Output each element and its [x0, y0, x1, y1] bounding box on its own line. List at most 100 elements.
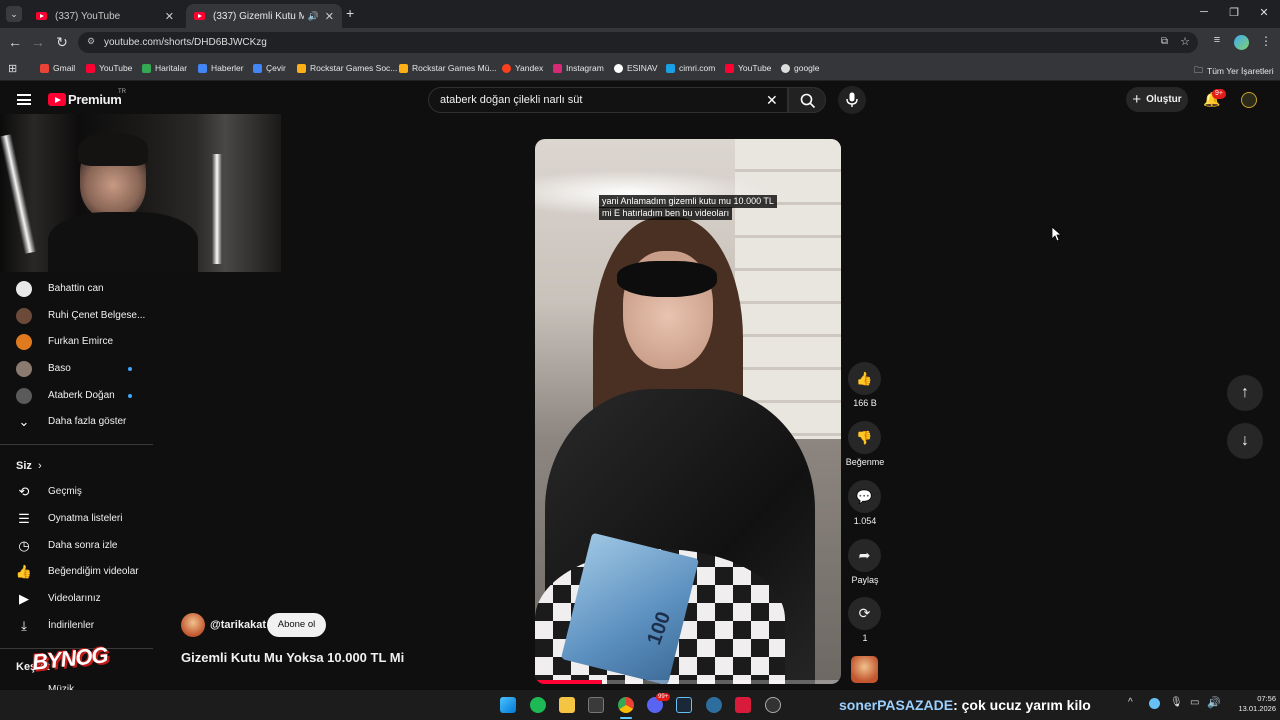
subscription-item[interactable]: Bahattin can: [0, 275, 150, 302]
url-text: youtube.com/shorts/DHD6BJWCKzg: [104, 37, 267, 48]
tray-network-icon[interactable]: ▭: [1190, 697, 1199, 708]
minimize-icon[interactable]: ─: [1194, 6, 1214, 18]
restore-icon[interactable]: ❐: [1224, 6, 1244, 19]
reload-icon[interactable]: ↻: [53, 34, 71, 51]
subscription-item[interactable]: Ataberk Doğan: [0, 382, 150, 409]
subscribe-button[interactable]: Abone ol: [267, 613, 326, 637]
media-app-icon[interactable]: [735, 697, 751, 713]
account-avatar[interactable]: [1241, 92, 1257, 108]
notification-badge: 9+: [1212, 89, 1226, 99]
bookmark-rockstar-social[interactable]: Rockstar Games Soc...: [297, 63, 397, 73]
tab-close-icon[interactable]: ✕: [325, 10, 334, 23]
search-icon: [800, 93, 816, 109]
video-progress-fill: [535, 680, 603, 684]
steam-icon[interactable]: [676, 697, 692, 713]
apps-grid-icon[interactable]: ⊞: [8, 62, 17, 75]
chat-username: sonerPASAZADE: [839, 697, 954, 713]
site-info-icon[interactable]: ⚙: [87, 36, 95, 47]
youtube-premium-logo-text[interactable]: Premium: [68, 92, 122, 107]
share-button[interactable]: ➦: [848, 539, 881, 572]
sidebar-item-liked-videos[interactable]: 👍 Beğendiğim videolar: [0, 558, 150, 585]
webcam-light-left: [0, 134, 37, 254]
clock-app-icon[interactable]: [765, 697, 781, 713]
speaker-icon[interactable]: 🔊: [308, 11, 319, 22]
bookmark-youtube-2[interactable]: YouTube: [725, 63, 771, 73]
bookmark-google[interactable]: google: [781, 63, 820, 73]
clear-search-icon[interactable]: ✕: [766, 92, 778, 109]
tab-search-button[interactable]: ⌄: [6, 6, 22, 22]
bookmark-youtube[interactable]: YouTube: [86, 63, 132, 73]
address-bar[interactable]: ⚙ youtube.com/shorts/DHD6BJWCKzg ⧉ ☆: [78, 32, 1198, 53]
channel-handle[interactable]: @tarikakat: [210, 619, 266, 631]
create-button[interactable]: + Oluştur: [1126, 87, 1188, 112]
sidebar-item-downloads[interactable]: ⤓ İndirilenler: [0, 612, 150, 639]
search-input[interactable]: ataberk doğan çilekli narlı süt: [428, 87, 788, 113]
store-icon[interactable]: [588, 697, 604, 713]
bookmark-cimri[interactable]: cimri.com: [666, 63, 715, 73]
subscription-item[interactable]: Baso: [0, 355, 150, 382]
bookmark-star-icon[interactable]: ☆: [1180, 35, 1190, 48]
yandex-icon: [502, 63, 511, 73]
translate-icon: [253, 63, 262, 73]
tray-volume-icon[interactable]: 🔊: [1207, 696, 1221, 709]
tray-steam-icon[interactable]: [1149, 698, 1160, 709]
browser-toolbar: ← → ↻ ⚙ youtube.com/shorts/DHD6BJWCKzg ⧉…: [0, 28, 1280, 57]
comments-button[interactable]: 💬: [848, 480, 881, 513]
next-short-button[interactable]: ↓: [1227, 423, 1263, 459]
tab-current-short[interactable]: (337) Gizemli Kutu Mu Yoksa 🔊 ✕: [186, 4, 342, 28]
sidebar-item-your-videos[interactable]: ▶ Videolarınız: [0, 585, 150, 612]
bookmark-gmail[interactable]: Gmail: [40, 63, 75, 73]
tab-close-icon[interactable]: ✕: [165, 10, 174, 23]
bookmark-yandex[interactable]: Yandex: [502, 63, 543, 73]
tray-mic-icon[interactable]: 🎙: [1170, 697, 1183, 708]
previous-short-button[interactable]: ↑: [1227, 375, 1263, 411]
subscription-item[interactable]: Furkan Emirce: [0, 328, 150, 355]
bookmark-cevir[interactable]: Çevir: [253, 63, 286, 73]
all-bookmarks-folder[interactable]: 🗀 Tüm Yer İşaretleri: [1194, 63, 1274, 79]
app-icon[interactable]: [706, 697, 722, 713]
new-tab-button[interactable]: +: [346, 5, 354, 21]
sidebar-item-playlists[interactable]: ☰ Oynatma listeleri: [0, 505, 150, 532]
like-button[interactable]: 👍: [848, 362, 881, 395]
youtube-logo-icon[interactable]: [48, 93, 66, 106]
webcam-light-right: [212, 154, 222, 264]
channel-avatar[interactable]: [181, 613, 205, 637]
tray-clock[interactable]: 07:56 13.01.2026: [1226, 694, 1276, 714]
sidebar-item-watch-later[interactable]: ◷ Daha sonra izle: [0, 532, 150, 559]
show-more-button[interactable]: ⌄ Daha fazla göster: [0, 408, 150, 435]
voice-search-button[interactable]: [838, 86, 866, 114]
chrome-icon[interactable]: [618, 697, 634, 713]
dislike-button[interactable]: 👎: [848, 421, 881, 454]
install-app-icon[interactable]: ⧉: [1161, 36, 1168, 47]
forward-arrow-icon[interactable]: →: [29, 34, 47, 50]
windows-start-icon[interactable]: [500, 697, 516, 713]
subscription-item[interactable]: Ruhi Çenet Belgese...: [0, 302, 150, 329]
short-video-player[interactable]: 100 yani Anlamadım gizemli kutu mu 10.00…: [535, 139, 841, 684]
spotify-icon[interactable]: [530, 697, 546, 713]
back-arrow-icon[interactable]: ←: [6, 34, 24, 50]
profile-avatar[interactable]: [1234, 35, 1249, 50]
search-button[interactable]: [788, 87, 826, 113]
browser-menu-icon[interactable]: ⋮: [1257, 34, 1275, 48]
bookmark-esinav[interactable]: ESINAV: [614, 63, 658, 73]
remix-button[interactable]: ⟳: [848, 597, 881, 630]
file-explorer-icon[interactable]: [559, 697, 575, 713]
bookmark-haritalar[interactable]: Haritalar: [142, 63, 187, 73]
window-close-icon[interactable]: ✕: [1254, 6, 1274, 19]
short-title[interactable]: Gizemli Kutu Mu Yoksa 10.000 TL Mi: [181, 650, 404, 665]
comment-count: 1.054: [853, 516, 877, 526]
media-controls-icon[interactable]: ≡: [1208, 34, 1226, 46]
sound-thumbnail[interactable]: [851, 656, 878, 683]
bookmark-rockstar-music[interactable]: Rockstar Games Mü...: [399, 63, 497, 73]
tray-chevron-icon[interactable]: ^: [1128, 697, 1133, 708]
sidebar-item-history[interactable]: ⟲ Geçmiş: [0, 478, 150, 505]
plus-icon: +: [1132, 91, 1142, 108]
hamburger-menu-icon[interactable]: [17, 94, 31, 105]
maps-icon: [142, 63, 151, 73]
you-section-heading[interactable]: Siz ›: [0, 452, 150, 479]
gmail-icon: [40, 63, 49, 73]
bookmark-haberler[interactable]: Haberler: [198, 63, 244, 73]
video-progress-bar[interactable]: [535, 680, 841, 684]
bookmark-instagram[interactable]: Instagram: [553, 63, 604, 73]
tab-youtube-home[interactable]: (337) YouTube ✕: [28, 4, 182, 28]
